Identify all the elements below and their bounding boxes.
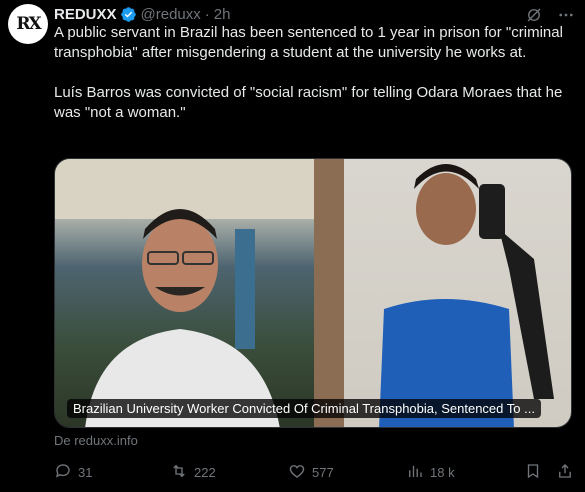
bookmark-button[interactable] — [524, 462, 542, 483]
card-source-link[interactable]: De reduxx.info — [54, 433, 138, 448]
repost-count: 222 — [194, 464, 216, 480]
tweet-paragraph: A public servant in Brazil has been sent… — [54, 24, 563, 61]
author-name[interactable]: REDUXX — [54, 6, 117, 23]
author-handle[interactable]: @reduxx — [141, 6, 201, 23]
views-button[interactable]: 18 k — [406, 462, 455, 483]
views-count: 18 k — [430, 464, 455, 480]
repost-button[interactable]: 222 — [170, 462, 216, 483]
like-button[interactable]: 577 — [288, 462, 334, 483]
card-image-right — [314, 159, 571, 427]
verified-icon — [120, 6, 137, 23]
grok-icon[interactable] — [525, 6, 543, 24]
action-bar: 31 222 577 18 k — [54, 462, 574, 482]
views-icon — [406, 462, 424, 483]
tweet-header: REDUXX @reduxx · 2h — [54, 4, 230, 24]
reply-count: 31 — [78, 464, 93, 480]
tweet-text: A public servant in Brazil has been sent… — [54, 23, 574, 123]
post-top-actions — [525, 6, 575, 24]
tweet-paragraph: Luís Barros was convicted of "social rac… — [54, 84, 563, 121]
card-caption: Brazilian University Worker Convicted Of… — [67, 399, 541, 418]
bookmark-icon — [524, 462, 542, 483]
post-time[interactable]: 2h — [214, 6, 231, 23]
link-card[interactable]: Brazilian University Worker Convicted Of… — [54, 158, 572, 428]
repost-icon — [170, 462, 188, 483]
more-icon[interactable] — [557, 6, 575, 24]
tweet-post[interactable]: RX REDUXX @reduxx · 2h A public servant … — [0, 0, 585, 492]
like-icon — [288, 462, 306, 483]
card-image-left — [55, 159, 314, 427]
avatar-logo: RX — [16, 14, 41, 34]
separator-dot: · — [204, 5, 210, 23]
reply-icon — [54, 462, 72, 483]
reply-button[interactable]: 31 — [54, 462, 92, 483]
like-count: 577 — [312, 464, 334, 480]
share-button[interactable] — [556, 462, 574, 483]
avatar[interactable]: RX — [8, 4, 48, 44]
share-icon — [556, 462, 574, 483]
